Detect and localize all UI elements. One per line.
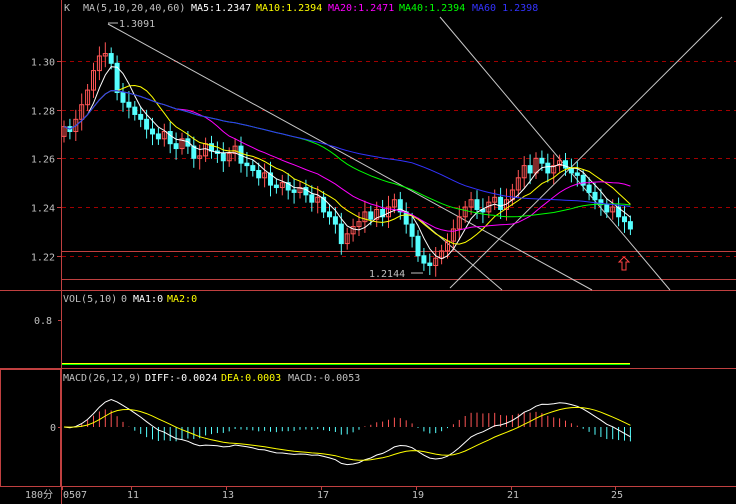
price-header: K MA(5,10,20,40,60) MA5:1.2347 MA10:1.23… — [64, 3, 538, 14]
candle-body — [622, 216, 627, 223]
candle-body — [545, 162, 551, 174]
candle-body — [132, 106, 138, 115]
price-tick-label: 1.22 — [31, 253, 55, 264]
price-axis: 1.30 1.28 1.26 1.24 1.22 — [31, 58, 62, 264]
time-tick-label: 25 — [611, 490, 623, 501]
candle-body — [309, 194, 315, 203]
stock-chart-window: 1.30 1.28 1.26 1.24 1.22 K MA(5,10,20,40,60)… — [0, 0, 736, 504]
candle-body — [138, 113, 144, 120]
candle-body — [421, 255, 427, 264]
candle-body — [338, 223, 344, 245]
trend-line — [449, 16, 723, 289]
candles — [61, 42, 633, 277]
ma60-value: MA60 1.2398 — [472, 3, 538, 14]
chart-canvas[interactable]: 1.30 1.28 1.26 1.24 1.22 K MA(5,10,20,40,60)… — [0, 0, 736, 504]
candle-body — [108, 53, 114, 64]
macd-params: MACD(26,12,9) — [63, 373, 141, 384]
macd-tick-label: 0 — [50, 423, 56, 434]
candle-body — [539, 157, 545, 164]
candle-body — [586, 184, 592, 193]
time-tick-label: 0507 — [63, 490, 87, 501]
extreme-labels: 1.3091 1.2144 — [108, 19, 423, 280]
vol-tick-label: 0.8 — [34, 316, 52, 327]
candle-body — [126, 101, 132, 108]
time-tick-label: 13 — [222, 490, 234, 501]
ma40-value: MA40:1.2394 — [399, 3, 465, 14]
ma-params: MA(5,10,20,40,60) — [83, 3, 185, 14]
period-label: 180分 — [25, 489, 53, 501]
k-label: K — [64, 3, 70, 14]
macd-diff: DIFF:-0.0024 — [145, 373, 217, 384]
price-tick-label: 1.30 — [31, 58, 55, 69]
price-tick-label: 1.24 — [31, 204, 55, 215]
time-tick-label: 11 — [127, 490, 139, 501]
time-tick-label: 21 — [507, 490, 519, 501]
up-arrow-icon — [617, 256, 631, 271]
time-tick-label: 19 — [412, 490, 424, 501]
volume-panel: VOL(5,10) 0 MA1:0 MA2:0 0.8 — [34, 294, 630, 365]
high-price-label: 1.3091 — [119, 19, 155, 30]
low-price-label: 1.2144 — [369, 269, 405, 280]
candle-body — [527, 165, 533, 174]
candle-body — [574, 172, 580, 176]
candle-body — [256, 169, 262, 179]
candle-body — [273, 184, 279, 189]
ma20-value: MA20:1.2471 — [328, 3, 394, 14]
candle-body — [409, 223, 415, 237]
time-tick-label: 17 — [317, 490, 329, 501]
vol-params: VOL(5,10) — [63, 294, 117, 305]
candle-body — [427, 262, 433, 267]
macd-panel: MACD(26,12,9) DIFF:-0.0024 DEA:0.0003 MA… — [50, 373, 631, 466]
price-tick-label: 1.28 — [31, 107, 55, 118]
candle-body — [250, 165, 256, 171]
ma40-line — [63, 90, 631, 218]
candle-body — [498, 196, 504, 210]
candle-body — [120, 92, 126, 103]
candle-body — [167, 131, 173, 145]
candle-body — [474, 199, 480, 210]
candle-body — [592, 191, 598, 201]
ma5-value: MA5:1.2347 — [191, 3, 251, 14]
vol-value: 0 — [121, 294, 127, 305]
candle-body — [144, 118, 150, 130]
candle-body — [403, 211, 409, 225]
candle-body — [173, 143, 179, 150]
ma60-line — [63, 90, 631, 207]
time-axis: 180分 0507 11 13 17 19 21 25 — [25, 486, 623, 501]
price-grid — [62, 61, 736, 280]
vol-ma1: MA1:0 — [133, 294, 163, 305]
candle-body — [604, 204, 610, 213]
candle-body — [327, 211, 332, 218]
macd-dea: DEA:0.0003 — [221, 373, 281, 384]
candle-body — [627, 221, 633, 230]
candle-body — [415, 235, 421, 257]
candle-body — [332, 216, 338, 225]
trend-line — [439, 16, 671, 291]
price-tick-label: 1.26 — [31, 155, 55, 166]
candle-body — [291, 189, 297, 193]
vol-ma2: MA2:0 — [167, 294, 197, 305]
candle-body — [368, 211, 374, 220]
candle-body — [568, 167, 574, 174]
trend-line — [107, 23, 593, 291]
candle-body — [220, 152, 226, 162]
ma10-value: MA10:1.2394 — [256, 3, 322, 14]
candle-body — [155, 133, 161, 140]
candle-body — [244, 162, 250, 167]
candle-body — [150, 128, 155, 135]
macd-value: MACD:-0.0053 — [288, 373, 360, 384]
